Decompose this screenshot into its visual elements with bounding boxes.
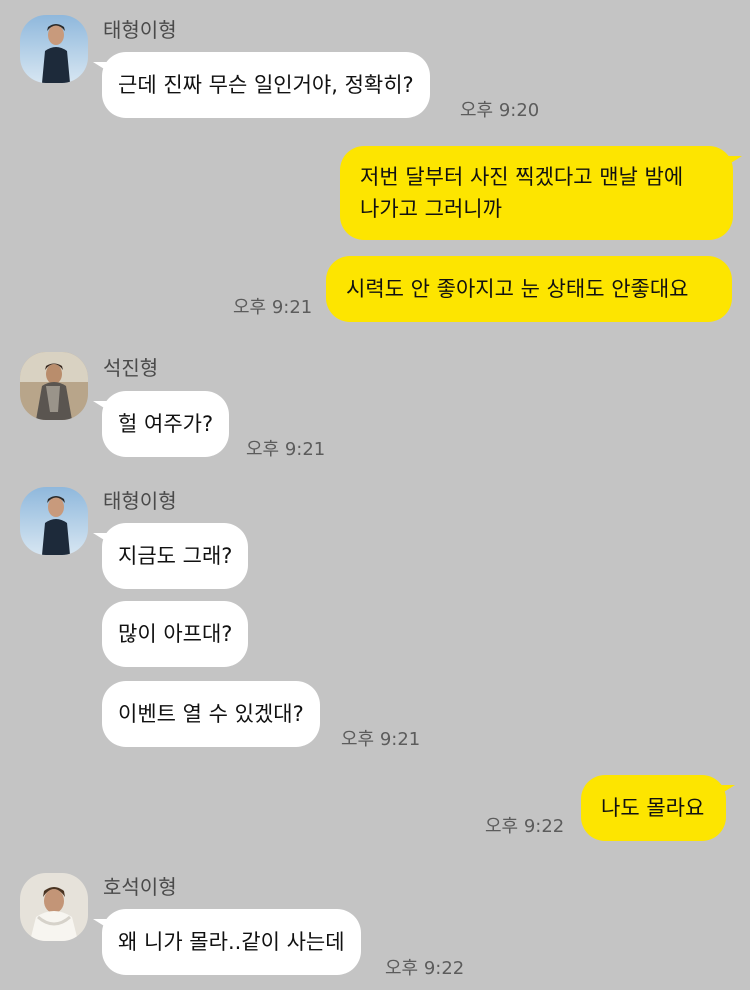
sender-name: 태형이형	[103, 489, 177, 513]
message-timestamp: 오후 9:22	[385, 958, 465, 979]
message-bubble-incoming[interactable]: 지금도 그래?	[92, 523, 249, 589]
sender-name: 호석이형	[103, 875, 177, 899]
sender-name: 석진형	[103, 356, 159, 380]
sender-name: 태형이형	[103, 18, 177, 42]
message-timestamp: 오후 9:21	[341, 729, 421, 750]
message-bubble-incoming[interactable]: 이벤트 열 수 있겠대?	[102, 681, 320, 747]
avatar-taehyung[interactable]	[20, 487, 88, 555]
message-timestamp: 오후 9:20	[460, 100, 540, 121]
message-bubble-outgoing[interactable]: 시력도 안 좋아지고 눈 상태도 안좋대요	[326, 256, 732, 322]
avatar-hoseok[interactable]	[20, 873, 88, 941]
message-timestamp: 오후 9:21	[233, 297, 313, 318]
avatar-seokjin[interactable]	[20, 352, 88, 420]
message-bubble-outgoing[interactable]: 저번 달부터 사진 찍겠다고 맨날 밤에 나가고 그러니까	[340, 146, 742, 240]
message-bubble-incoming[interactable]: 많이 아프대?	[102, 601, 249, 667]
message-bubble-outgoing[interactable]: 나도 몰라요	[581, 775, 736, 841]
message-timestamp: 오후 9:22	[485, 816, 565, 837]
message-timestamp: 오후 9:21	[246, 439, 326, 460]
message-text-line: 나가고 그러니까	[360, 197, 502, 221]
message-bubble-incoming[interactable]: 근데 진짜 무슨 일인거야, 정확히?	[93, 52, 430, 118]
message-bubble-incoming[interactable]: 왜 니가 몰라..같이 사는데	[93, 909, 361, 975]
message-text-line: 저번 달부터 사진 찍겠다고 맨날 밤에	[360, 165, 684, 189]
message-bubble-incoming[interactable]: 헐 여주가?	[92, 391, 230, 457]
avatar-taehyung[interactable]	[20, 15, 88, 83]
